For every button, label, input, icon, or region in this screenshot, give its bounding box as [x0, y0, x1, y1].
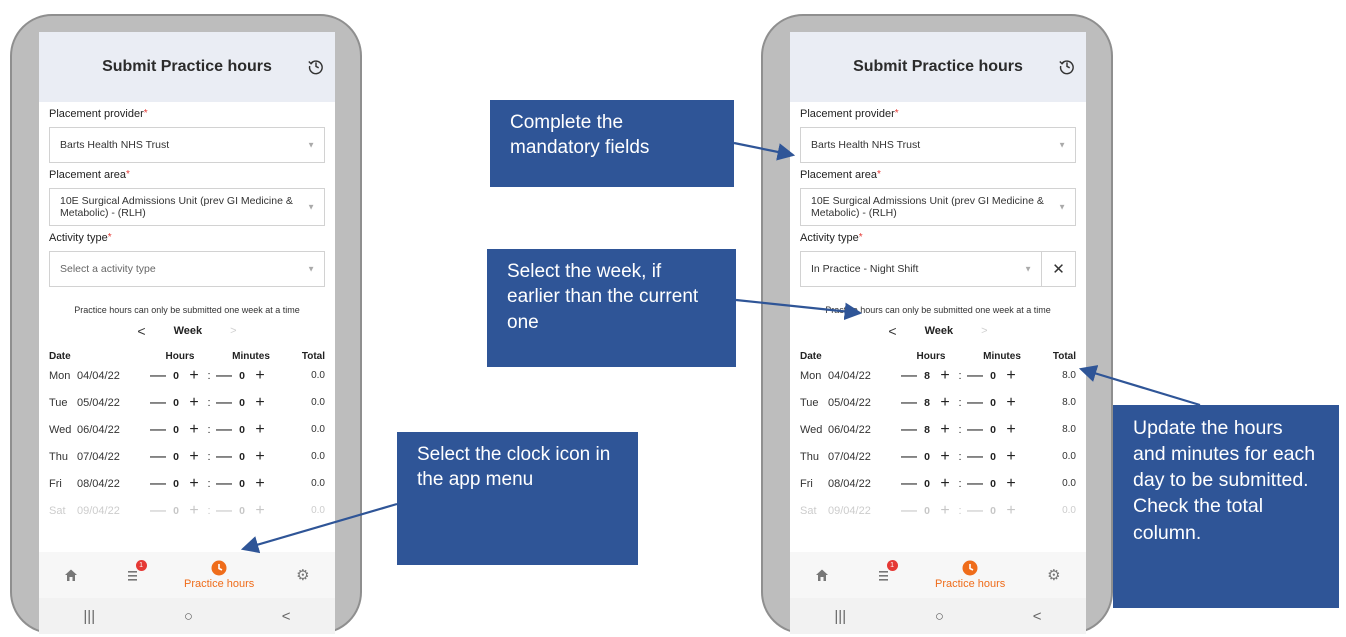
arrow-to-total-column — [1078, 365, 1201, 407]
arrow-to-mandatory-fields — [733, 141, 796, 161]
arrow-to-clock-icon — [240, 502, 398, 554]
callout-arrows — [240, 141, 1201, 554]
arrow-to-week-selector — [735, 298, 863, 321]
